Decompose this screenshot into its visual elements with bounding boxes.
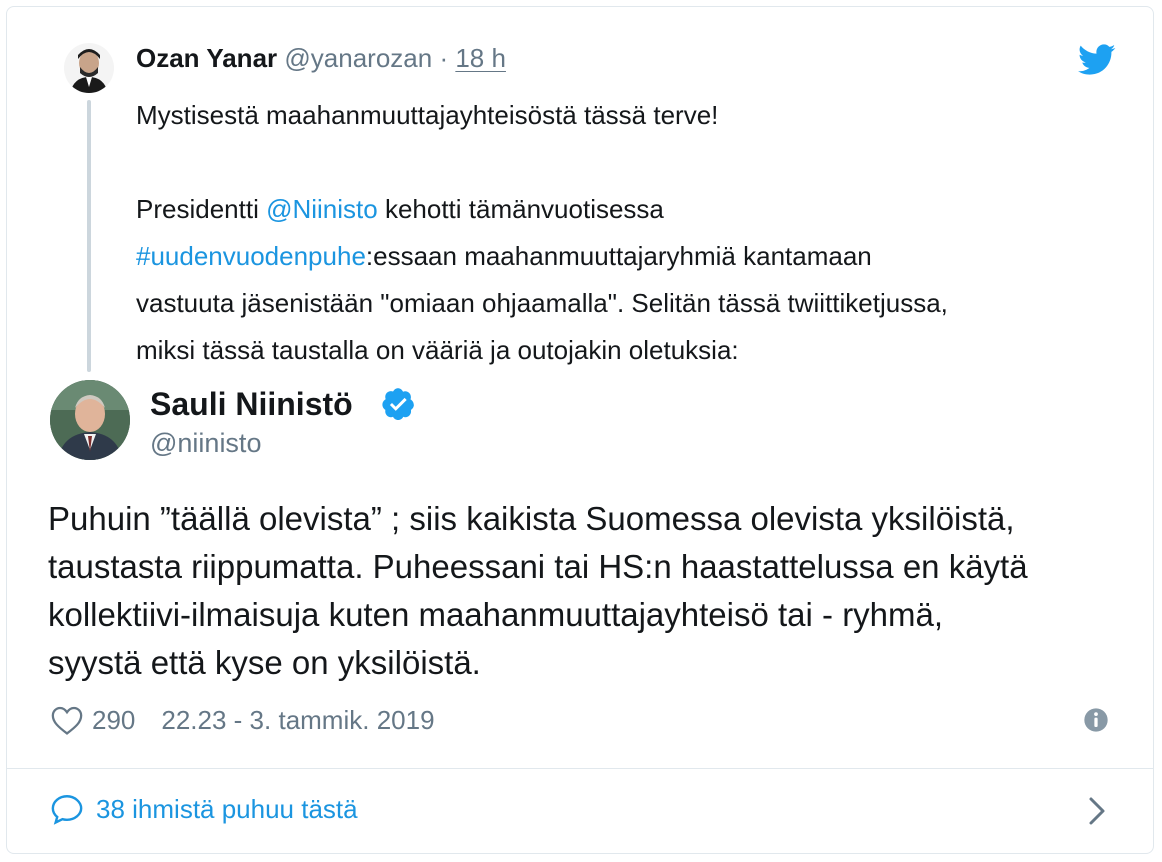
parent-tweet-header: Ozan Yanar @yanarozan · 18 h — [136, 42, 506, 74]
card-divider — [7, 768, 1154, 769]
parent-author-avatar[interactable] — [64, 43, 114, 93]
main-text-line: kollektiivi-ilmaisuja kuten maahanmuutta… — [48, 596, 944, 633]
like-count[interactable]: 290 — [92, 705, 135, 736]
speech-bubble-icon — [51, 795, 83, 825]
parent-text-line: Mystisestä maahanmuuttajayhteisöstä täss… — [136, 100, 719, 130]
parent-text-line: vastuuta jäsenistään "omiaan ohjaamalla"… — [136, 288, 948, 318]
main-text-line: Puhuin ”täällä olevista” ; siis kaikista… — [48, 500, 1015, 537]
verified-badge-icon — [382, 388, 414, 421]
text-fragment: kehotti tämänvuotisessa — [377, 194, 664, 224]
text-fragment: :essaan maahanmuuttajaryhmiä kantamaan — [365, 241, 872, 271]
mention-link[interactable]: @Niinisto — [266, 194, 378, 224]
chevron-right-icon[interactable] — [1086, 796, 1108, 826]
main-author-handle[interactable]: @niinisto — [150, 426, 261, 460]
text-fragment: Presidentti — [136, 194, 267, 224]
parent-tweet-time[interactable]: 18 h — [455, 43, 506, 73]
info-icon[interactable] — [1082, 706, 1110, 734]
parent-author-name[interactable]: Ozan Yanar — [136, 43, 277, 73]
main-author-name[interactable]: Sauli Niinistö — [150, 384, 353, 424]
conversation-link[interactable]: 38 ihmistä puhuu tästä — [50, 788, 358, 830]
parent-text-line: miksi tässä taustalla on vääriä ja outoj… — [136, 335, 739, 365]
parent-text-line: #uudenvuodenpuhe:essaan maahanmuuttajary… — [136, 233, 1126, 280]
tweet-meta-row: 290 22.23 - 3. tammik. 2019 — [50, 700, 435, 740]
hashtag-link[interactable]: #uudenvuodenpuhe — [136, 241, 366, 271]
parent-author-handle[interactable]: @yanarozan — [284, 43, 432, 73]
main-text-line: taustasta riippumatta. Puheessani tai HS… — [48, 548, 1028, 585]
main-tweet-text: Puhuin ”täällä olevista” ; siis kaikista… — [48, 495, 1138, 687]
heart-icon[interactable] — [50, 704, 84, 736]
parent-text-line: Presidentti @Niinisto kehotti tämänvuoti… — [136, 186, 1126, 233]
thread-connector-line — [87, 100, 91, 372]
tweet-timestamp[interactable]: 22.23 - 3. tammik. 2019 — [161, 705, 434, 736]
conversation-label[interactable]: 38 ihmistä puhuu tästä — [96, 794, 358, 825]
twitter-bird-icon[interactable] — [1078, 44, 1116, 76]
parent-tweet-text: Mystisestä maahanmuuttajayhteisöstä täss… — [136, 92, 1126, 374]
header-separator: · — [439, 43, 449, 73]
main-text-line: syystä että kyse on yksilöistä. — [48, 644, 481, 681]
main-author-avatar[interactable] — [50, 380, 130, 460]
